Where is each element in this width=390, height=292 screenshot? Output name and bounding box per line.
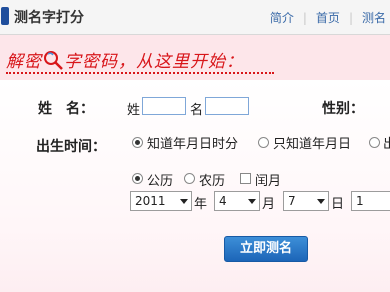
calendar-lunar-label: 农历: [199, 174, 226, 189]
birth-time-label: 出生时间：: [36, 139, 106, 155]
chevron-down-icon: [317, 199, 325, 204]
year-select[interactable]: 2011: [130, 191, 192, 211]
leap-month-label: 闰月: [255, 174, 282, 189]
day-value: 7: [288, 194, 296, 208]
surname-input[interactable]: [142, 97, 186, 115]
year-value: 2011: [135, 194, 166, 208]
submit-naming-button[interactable]: 立即测名: [224, 236, 308, 262]
logo-icon: [1, 7, 9, 25]
month-value: 4: [219, 194, 227, 208]
month-select[interactable]: 4: [214, 191, 260, 211]
top-nav: 简介 | 首页 | 测名: [266, 9, 390, 26]
day-unit: 日: [331, 197, 345, 212]
hour-select[interactable]: 1: [351, 191, 390, 211]
given-name-input[interactable]: [205, 97, 249, 115]
calendar-solar-radio[interactable]: [132, 173, 143, 184]
chevron-down-icon: [248, 199, 256, 204]
time-mode-date-label: 只知道年月日: [273, 137, 352, 152]
nav-separator: |: [302, 10, 307, 25]
time-mode-other-radio[interactable]: [369, 137, 380, 148]
gender-label: 性别：: [322, 101, 364, 117]
day-select[interactable]: 7: [283, 191, 329, 211]
name-label: 姓 名：: [38, 101, 94, 117]
month-unit: 月: [262, 197, 276, 212]
time-mode-date-radio[interactable]: [258, 137, 269, 148]
surname-prefix: 姓: [127, 103, 141, 118]
slogan-right: 字密码，从这里开始：: [64, 52, 244, 72]
time-mode-full-label: 知道年月日时分: [147, 137, 239, 152]
nav-intro-link[interactable]: 简介: [266, 9, 298, 26]
calendar-lunar-radio[interactable]: [184, 173, 195, 184]
nav-home-link[interactable]: 首页: [312, 9, 344, 26]
time-mode-other-label: 出: [383, 137, 390, 152]
nav-separator: |: [348, 10, 353, 25]
hour-value: 1: [356, 194, 364, 208]
top-bar: 测名字打分 简介 | 首页 | 测名: [0, 0, 390, 35]
chevron-down-icon: [180, 199, 188, 204]
nav-naming-link[interactable]: 测名: [358, 9, 390, 26]
slogan-left: 解密: [6, 52, 42, 72]
calendar-solar-label: 公历: [147, 174, 174, 189]
year-unit: 年: [194, 197, 208, 212]
given-name-prefix: 名: [190, 103, 204, 118]
time-mode-full-radio[interactable]: [132, 137, 143, 148]
site-title: 测名字打分: [14, 10, 84, 26]
leap-month-checkbox[interactable]: [240, 173, 251, 184]
slogan-dotted-underline: [6, 72, 274, 74]
